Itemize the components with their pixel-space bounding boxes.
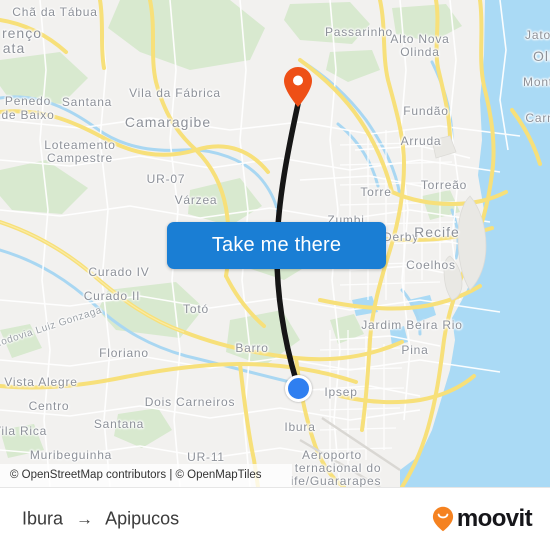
moovit-wordmark: moovit: [456, 505, 533, 532]
footer-bar: Ibura → Apipucos moovit: [0, 487, 550, 550]
map-attribution[interactable]: © OpenStreetMap contributors | © OpenMap…: [0, 464, 292, 487]
destination-pin-icon[interactable]: [283, 66, 313, 108]
map-canvas[interactable]: Chã da Tábua renço ata Vila da Fábrica Santa…: [0, 0, 550, 487]
moovit-logo[interactable]: moovit: [432, 505, 533, 533]
trip-destination: Apipucos: [105, 508, 180, 529]
origin-dot-icon[interactable]: [285, 375, 312, 402]
moovit-pin-icon: [432, 506, 454, 532]
arrow-icon: →: [76, 509, 94, 529]
take-me-there-button[interactable]: Take me there: [167, 222, 386, 269]
trip-summary: Ibura → Apipucos: [22, 509, 179, 530]
moovit-trip-map-screen: Chã da Tábua renço ata Vila da Fábrica Santa…: [0, 0, 550, 550]
trip-origin: Ibura: [22, 508, 64, 529]
